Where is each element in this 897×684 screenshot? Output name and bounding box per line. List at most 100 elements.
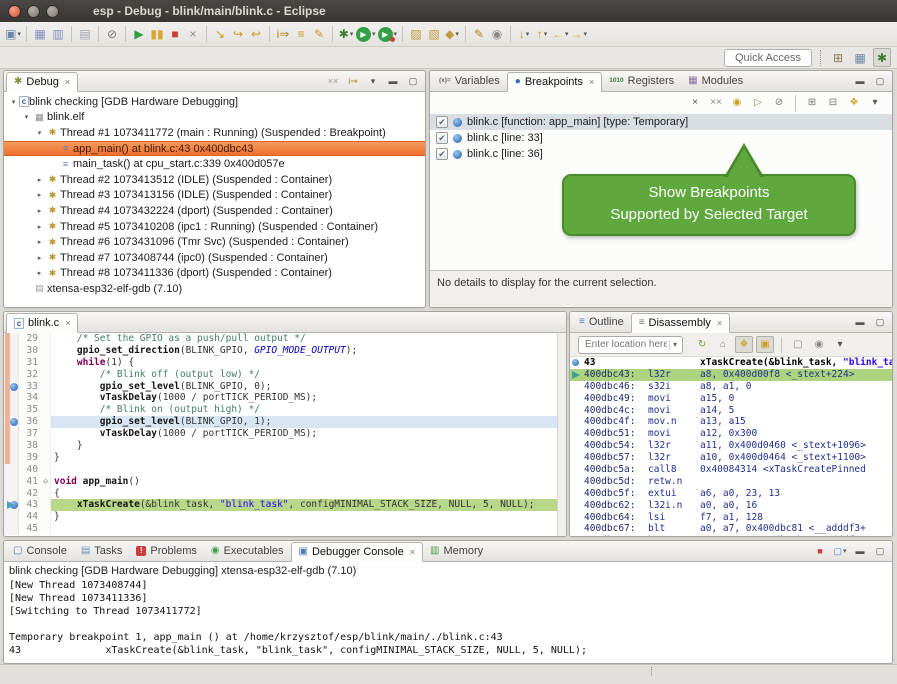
- tab-debug[interactable]: ✱Debug×: [6, 72, 78, 92]
- expander-icon[interactable]: ▾: [8, 98, 19, 106]
- open-project-button[interactable]: ▨: [407, 25, 425, 44]
- terminate-button[interactable]: ■: [166, 25, 184, 44]
- tab-outline[interactable]: ≡Outline: [572, 312, 631, 332]
- expander-icon[interactable]: ▸: [34, 238, 45, 246]
- maximize-button[interactable]: ▢: [871, 315, 889, 330]
- code-line[interactable]: 33 gpio_set_level(BLINK_GPIO, 0);: [4, 381, 566, 393]
- debug-tree-item[interactable]: ▸✱Thread #3 1073413156 (IDLE) (Suspended…: [4, 188, 425, 204]
- code-line[interactable]: 40: [4, 464, 566, 476]
- disassembly-instruction-row[interactable]: 400dbc49:movia15, 0: [570, 393, 892, 405]
- code-editor[interactable]: 29 /* Set the GPIO as a push/pull output…: [4, 333, 566, 536]
- debug-tree-item[interactable]: ▾▦blink.elf: [4, 110, 425, 126]
- run-button[interactable]: ▶▾: [355, 25, 377, 44]
- close-tab-icon[interactable]: ×: [589, 77, 594, 87]
- tab-console[interactable]: ▢Console: [6, 541, 74, 561]
- debug-tree-item[interactable]: ▸✱Thread #5 1073410208 (ipc1 : Running) …: [4, 219, 425, 235]
- editor-scrollbar[interactable]: [557, 333, 566, 536]
- last-edit-location-button[interactable]: ✎: [470, 25, 488, 44]
- disassembly-source-row[interactable]: 43xTaskCreate(&blink_task, "blink_tas: [570, 357, 892, 369]
- external-tools-button[interactable]: ▶▾: [377, 25, 399, 44]
- code-line[interactable]: 35 /* Blink on (output high) */: [4, 404, 566, 416]
- new-disassembly-view-button[interactable]: ▢: [789, 336, 807, 353]
- disassembly-instruction-row[interactable]: 400dbc43:l32ra8, 0x400d00f8 <_stext+224>: [570, 369, 892, 381]
- suspend-button[interactable]: ▮▮: [148, 25, 166, 44]
- skip-all-breakpoints-button[interactable]: ⊘: [770, 95, 788, 111]
- go-to-file-for-breakpoint-button[interactable]: ▷: [749, 95, 767, 111]
- breakpoint-icon[interactable]: [10, 418, 18, 426]
- expander-icon[interactable]: ▾: [21, 113, 32, 121]
- tab-blink-c[interactable]: cblink.c×: [6, 313, 78, 333]
- breakpoint-checkbox[interactable]: ✔: [436, 116, 448, 128]
- code-line[interactable]: 32 /* Blink off (output low) */: [4, 369, 566, 381]
- remove-selected-breakpoints-button[interactable]: ×: [686, 95, 704, 111]
- breakpoint-item[interactable]: ✔blink.c [line: 36]: [430, 146, 892, 162]
- build-button[interactable]: ▤: [76, 25, 94, 44]
- disassembly-instruction-row[interactable]: 400dbc57:l32ra10, 0x400d0464 <_stext+110…: [570, 452, 892, 464]
- resume-button[interactable]: ▶: [130, 25, 148, 44]
- expander-icon[interactable]: ▸: [34, 223, 45, 231]
- show-debug-elements-button[interactable]: ≡: [292, 25, 310, 44]
- maximize-button[interactable]: ▢: [404, 74, 422, 89]
- back-button[interactable]: ←▾: [551, 25, 570, 44]
- open-perspective-button[interactable]: ⊞: [829, 48, 847, 67]
- code-line[interactable]: 34 vTaskDelay(1000 / portTICK_PERIOD_MS)…: [4, 392, 566, 404]
- code-line[interactable]: 31 while(1) {: [4, 357, 566, 369]
- view-menu-button[interactable]: ▾: [364, 74, 382, 89]
- close-tab-icon[interactable]: ×: [65, 77, 70, 87]
- disassembly-instruction-row[interactable]: 400dbc6a:bnonea0, a1, 0x400dbc8b <__addd…: [570, 535, 892, 536]
- debug-tree-item[interactable]: ▸✱Thread #7 1073408744 (ipc0) (Suspended…: [4, 250, 425, 266]
- home-button[interactable]: ⌂: [714, 336, 732, 353]
- debug-tree-item[interactable]: ▸✱Thread #2 1073413512 (IDLE) (Suspended…: [4, 172, 425, 188]
- code-line[interactable]: 29 /* Set the GPIO as a push/pull output…: [4, 333, 566, 345]
- tab-variables[interactable]: (x)=Variables: [432, 71, 507, 91]
- terminate-console-button[interactable]: ■: [811, 544, 829, 559]
- disassembly-listing[interactable]: 43xTaskCreate(&blink_task, "blink_tas400…: [570, 357, 892, 536]
- breakpoint-icon[interactable]: [10, 383, 18, 391]
- tab-registers[interactable]: 1010Registers: [602, 71, 681, 91]
- breakpoint-checkbox[interactable]: ✔: [436, 148, 448, 160]
- step-over-button[interactable]: ↪: [229, 25, 247, 44]
- skip-all-breakpoints-button[interactable]: ⊘: [103, 25, 121, 44]
- code-line[interactable]: 39}: [4, 452, 566, 464]
- expander-icon[interactable]: ▾: [34, 129, 45, 137]
- disassembly-instruction-row[interactable]: 400dbc64:lsif7, a1, 128: [570, 512, 892, 524]
- code-line[interactable]: 45: [4, 523, 566, 535]
- debug-tree-item[interactable]: ≡main_task() at cpu_start.c:339 0x400d05…: [4, 156, 425, 172]
- code-line[interactable]: 37 vTaskDelay(1000 / portTICK_PERIOD_MS)…: [4, 428, 566, 440]
- location-input[interactable]: [583, 338, 669, 351]
- disassembly-instruction-row[interactable]: 400dbc5d:retw.n: [570, 476, 892, 488]
- sash-drag-handle[interactable]: ⁞: [650, 666, 654, 678]
- expander-icon[interactable]: ▸: [34, 207, 45, 215]
- breakpoint-item[interactable]: ✔blink.c [line: 33]: [430, 130, 892, 146]
- maximize-button[interactable]: ▢: [871, 74, 889, 89]
- cpp-perspective-button[interactable]: ▦: [851, 48, 869, 67]
- location-dropdown-icon[interactable]: ▾: [669, 340, 680, 349]
- view-menu-button[interactable]: ▾: [866, 95, 884, 111]
- breakpoint-item[interactable]: ✔blink.c [function: app_main] [type: Tem…: [430, 114, 892, 130]
- code-line[interactable]: 38 }: [4, 440, 566, 452]
- expand-all-button[interactable]: ⊞: [803, 95, 821, 111]
- display-selected-console-button[interactable]: ▢▾: [831, 544, 849, 559]
- new-wizard-button[interactable]: ▣▾: [4, 25, 22, 44]
- disassembly-instruction-row[interactable]: 400dbc4f:mov.na13, a15: [570, 416, 892, 428]
- code-line[interactable]: 44}: [4, 511, 566, 523]
- link-with-debug-view-button[interactable]: ❖: [845, 95, 863, 111]
- disassembly-instruction-row[interactable]: 400dbc5f:extuia6, a0, 23, 13: [570, 488, 892, 500]
- link-active-context-button[interactable]: ❖: [735, 336, 753, 353]
- refresh-button[interactable]: ↻: [693, 336, 711, 353]
- disassembly-instruction-row[interactable]: 400dbc5a:call80x40084314 <xTaskCreatePin…: [570, 464, 892, 476]
- disconnect-button[interactable]: ×: [184, 25, 202, 44]
- step-into-button[interactable]: ↘: [211, 25, 229, 44]
- forward-button[interactable]: →▾: [570, 25, 589, 44]
- disassembly-instruction-row[interactable]: 400dbc54:l32ra11, 0x400d0460 <_stext+109…: [570, 440, 892, 452]
- remove-all-breakpoints-button[interactable]: ××: [707, 95, 725, 111]
- show-source-button[interactable]: ▣: [756, 336, 774, 353]
- remove-all-terminated-button[interactable]: ××: [324, 74, 342, 89]
- console-output[interactable]: [New Thread 1073408744] [New Thread 1073…: [4, 579, 892, 657]
- quick-access-button[interactable]: Quick Access: [724, 49, 812, 67]
- maximize-button[interactable]: ▢: [871, 544, 889, 559]
- close-tab-icon[interactable]: ×: [717, 318, 722, 328]
- minimize-button[interactable]: ▬: [384, 74, 402, 89]
- maximize-window-button[interactable]: [46, 5, 59, 18]
- disassembly-instruction-row[interactable]: 400dbc4c:movia14, 5: [570, 405, 892, 417]
